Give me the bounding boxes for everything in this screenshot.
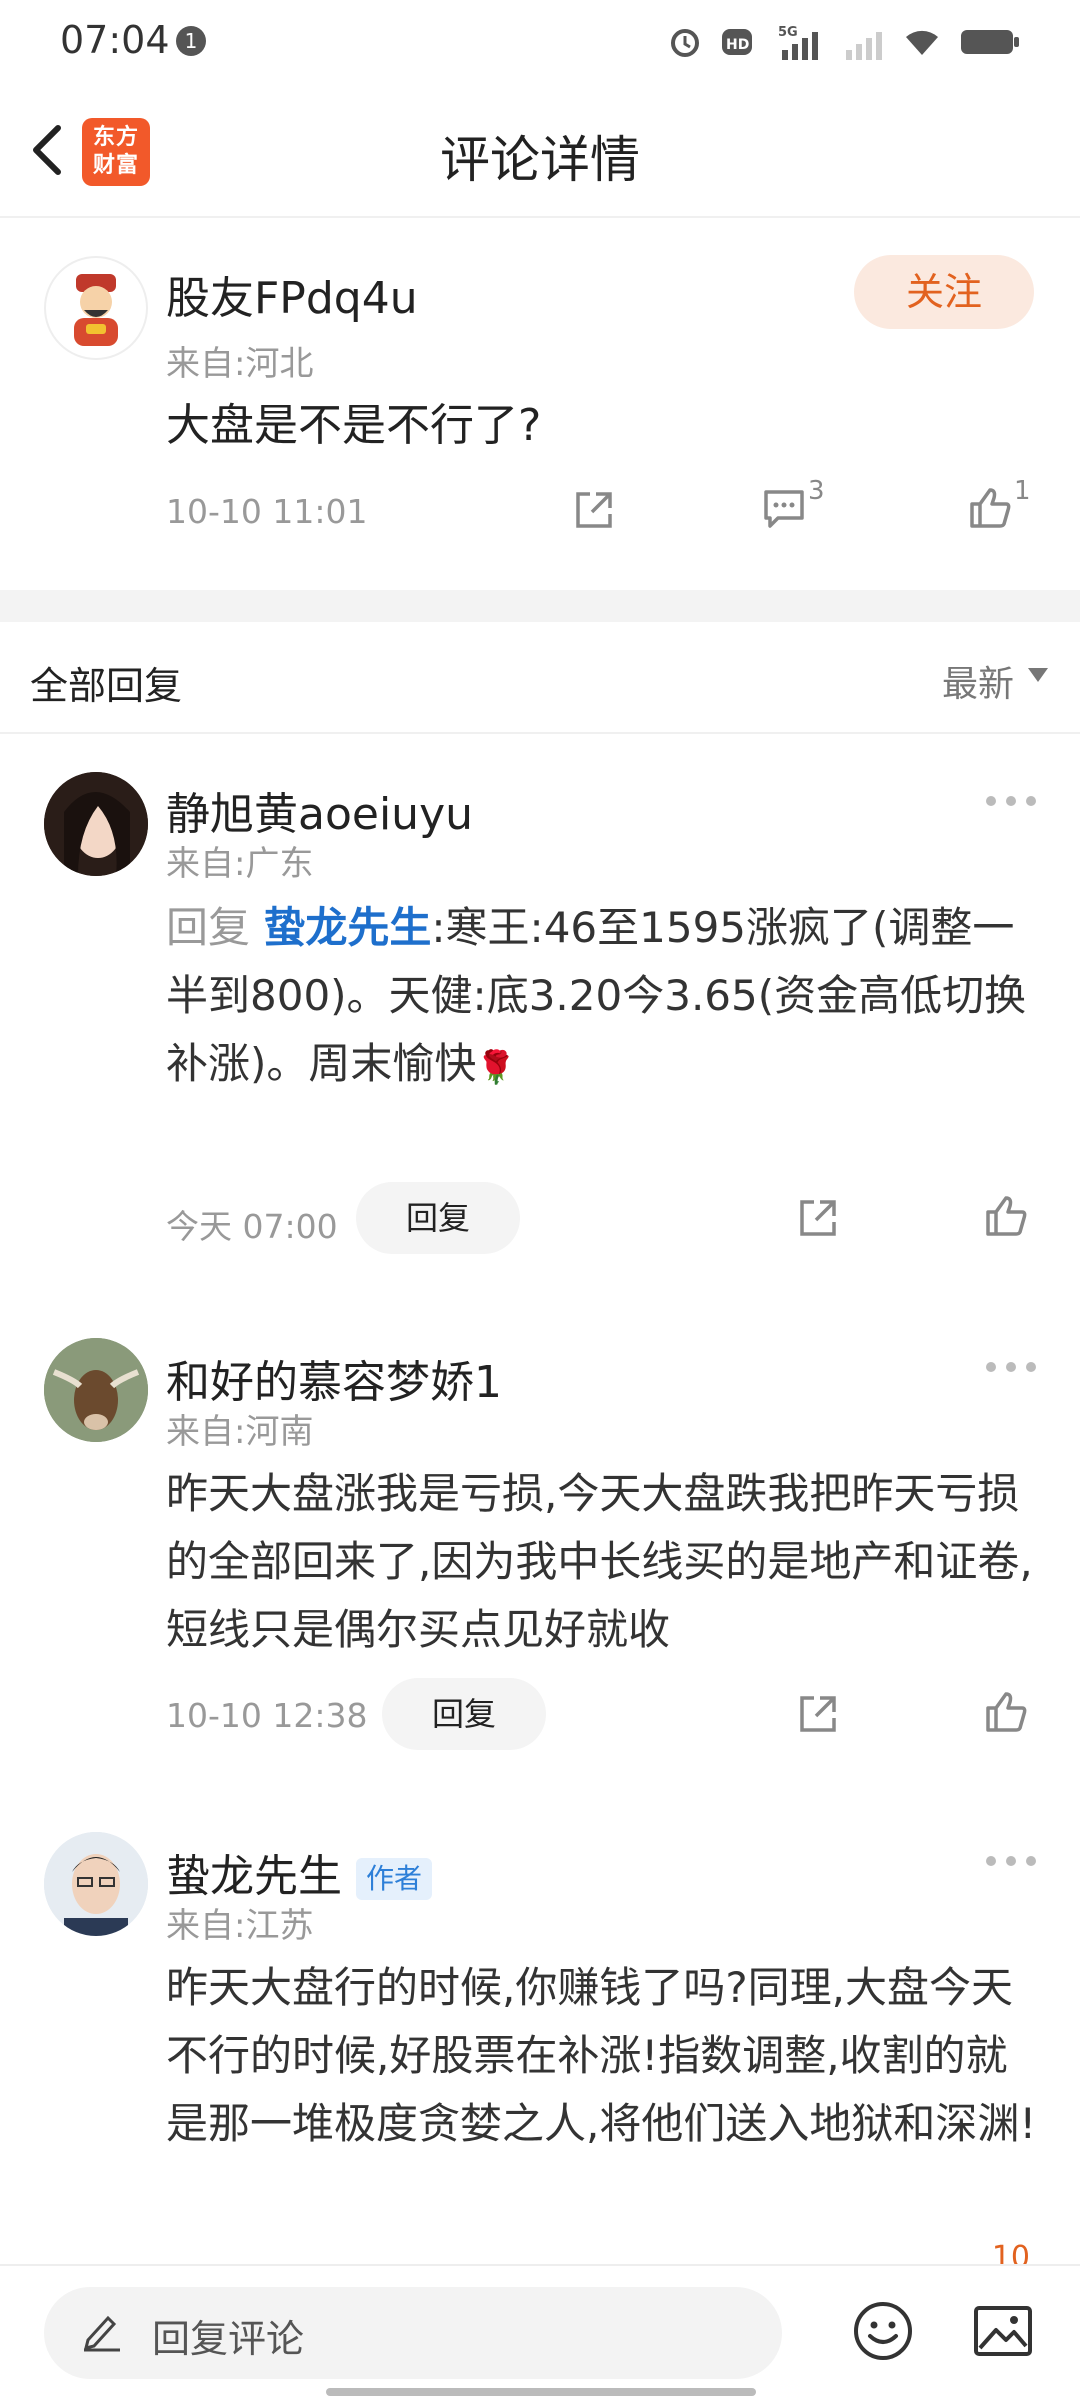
post-avatar[interactable] — [44, 256, 148, 360]
reply-location: 来自:广东 — [166, 844, 314, 884]
reply-button[interactable]: 回复 — [356, 1182, 520, 1254]
pencil-icon — [82, 2308, 122, 2356]
reply-location: 来自:江苏 — [166, 1906, 314, 1946]
reply-avatar[interactable] — [44, 1832, 148, 1936]
reply-button[interactable]: 回复 — [382, 1678, 546, 1750]
post-comment-button[interactable] — [760, 484, 808, 536]
reply-time: 今天 07:00 — [166, 1207, 338, 1246]
thumbs-up-icon — [986, 1692, 1027, 1732]
section-divider — [0, 590, 1080, 622]
reply-like-button[interactable] — [982, 1688, 1030, 1740]
follow-button[interactable]: 关注 — [854, 255, 1034, 329]
header-divider — [0, 216, 1080, 218]
share-icon — [800, 1696, 836, 1732]
fortune-god-avatar-icon — [48, 260, 144, 356]
reply-avatar[interactable] — [44, 1338, 148, 1442]
post-content: 大盘是不是不行了? — [166, 400, 542, 451]
smiley-icon — [854, 2302, 912, 2360]
share-icon — [576, 492, 612, 528]
post-comment-count: 3 — [808, 476, 825, 506]
comment-detail-screen: 07:04 1 HD 5G 东方 财富 评论详情 股友FPdq4u 来自:河北 … — [0, 0, 1080, 2400]
more-options-button[interactable] — [986, 1856, 1036, 1868]
post-share-button[interactable] — [570, 486, 618, 538]
reply-username[interactable]: 和好的慕容梦娇1 — [166, 1346, 502, 1410]
hd-icon: HD — [722, 29, 752, 55]
more-options-button[interactable] — [986, 796, 1036, 808]
reply-content: 昨天大盘行的时候,你赚钱了吗?同理,大盘今天不行的时候,好股票在补涨!指数调整,… — [166, 1963, 1037, 2148]
reply-username[interactable]: 静旭黄aoeiuyu — [166, 778, 473, 842]
status-time: 07:04 — [60, 18, 170, 62]
thumbs-up-icon — [970, 488, 1011, 528]
status-icons: HD 5G — [668, 20, 1020, 64]
post-location: 来自:河北 — [166, 344, 314, 384]
battery-icon — [961, 30, 1019, 54]
share-icon — [800, 1200, 836, 1236]
dot-icon — [986, 1362, 996, 1372]
alarm-icon — [671, 29, 699, 57]
notification-badge: 1 — [176, 26, 206, 56]
all-replies-title: 全部回复 — [30, 664, 183, 708]
post-time: 10-10 11:01 — [166, 492, 368, 531]
more-options-button[interactable] — [986, 1362, 1036, 1374]
reply-location: 来自:河南 — [166, 1412, 314, 1452]
dot-icon — [986, 1856, 996, 1866]
dot-icon — [1026, 1856, 1036, 1866]
reply-input-placeholder[interactable]: 回复评论 — [152, 2308, 304, 2363]
signal-weak-icon — [846, 32, 882, 60]
reply-username[interactable]: 蛰龙先生 作者 — [166, 1840, 433, 1904]
post-like-count: 1 — [1014, 476, 1031, 506]
bull-photo-avatar-icon — [44, 1338, 148, 1442]
dot-icon — [1006, 796, 1016, 806]
image-button[interactable] — [972, 2302, 1034, 2364]
svg-text:5G: 5G — [778, 25, 798, 40]
image-icon — [974, 2306, 1032, 2356]
woman-photo-avatar-icon — [44, 772, 148, 876]
caret-down-icon[interactable] — [1028, 668, 1048, 682]
reply-prefix: 回复 — [166, 903, 251, 952]
post-like-button[interactable] — [966, 484, 1014, 536]
author-name[interactable]: 蛰龙先生 — [166, 1851, 342, 1902]
dot-icon — [1026, 796, 1036, 806]
reply-avatar[interactable] — [44, 772, 148, 876]
thumbs-up-icon — [986, 1196, 1027, 1236]
reply-time: 10-10 12:38 — [166, 1696, 368, 1735]
author-badge: 作者 — [356, 1858, 433, 1900]
reply-share-button[interactable] — [794, 1690, 842, 1742]
sort-dropdown[interactable]: 最新 — [942, 655, 1014, 707]
mention-link[interactable]: 蛰龙先生 — [263, 903, 431, 952]
post-username[interactable]: 股友FPdq4u — [166, 262, 418, 326]
wifi-icon — [906, 30, 938, 55]
home-indicator[interactable] — [326, 2388, 756, 2396]
reply-like-button[interactable] — [982, 1192, 1030, 1244]
page-title: 评论详情 — [440, 131, 640, 189]
reply-content: 昨天大盘涨我是亏损,今天大盘跌我把昨天亏损的全部回来了,因为我中长线买的是地产和… — [166, 1469, 1033, 1654]
dot-icon — [1006, 1856, 1016, 1866]
rose-emoji: 🌹 — [476, 1048, 517, 1086]
dot-icon — [986, 796, 996, 806]
dot-icon — [1006, 1362, 1016, 1372]
reply-share-button[interactable] — [794, 1194, 842, 1246]
signal-5g-icon: 5G — [778, 25, 818, 60]
comment-icon — [764, 490, 804, 528]
replies-header-divider — [0, 732, 1080, 734]
emoji-button[interactable] — [852, 2300, 914, 2366]
reply-content: 回复 蛰龙先生:寒王:46至1595涨疯了(调整一半到800)。天健:底3.20… — [166, 894, 1046, 1101]
man-photo-avatar-icon — [44, 1832, 148, 1936]
svg-text:HD: HD — [726, 37, 749, 53]
dot-icon — [1026, 1362, 1036, 1372]
